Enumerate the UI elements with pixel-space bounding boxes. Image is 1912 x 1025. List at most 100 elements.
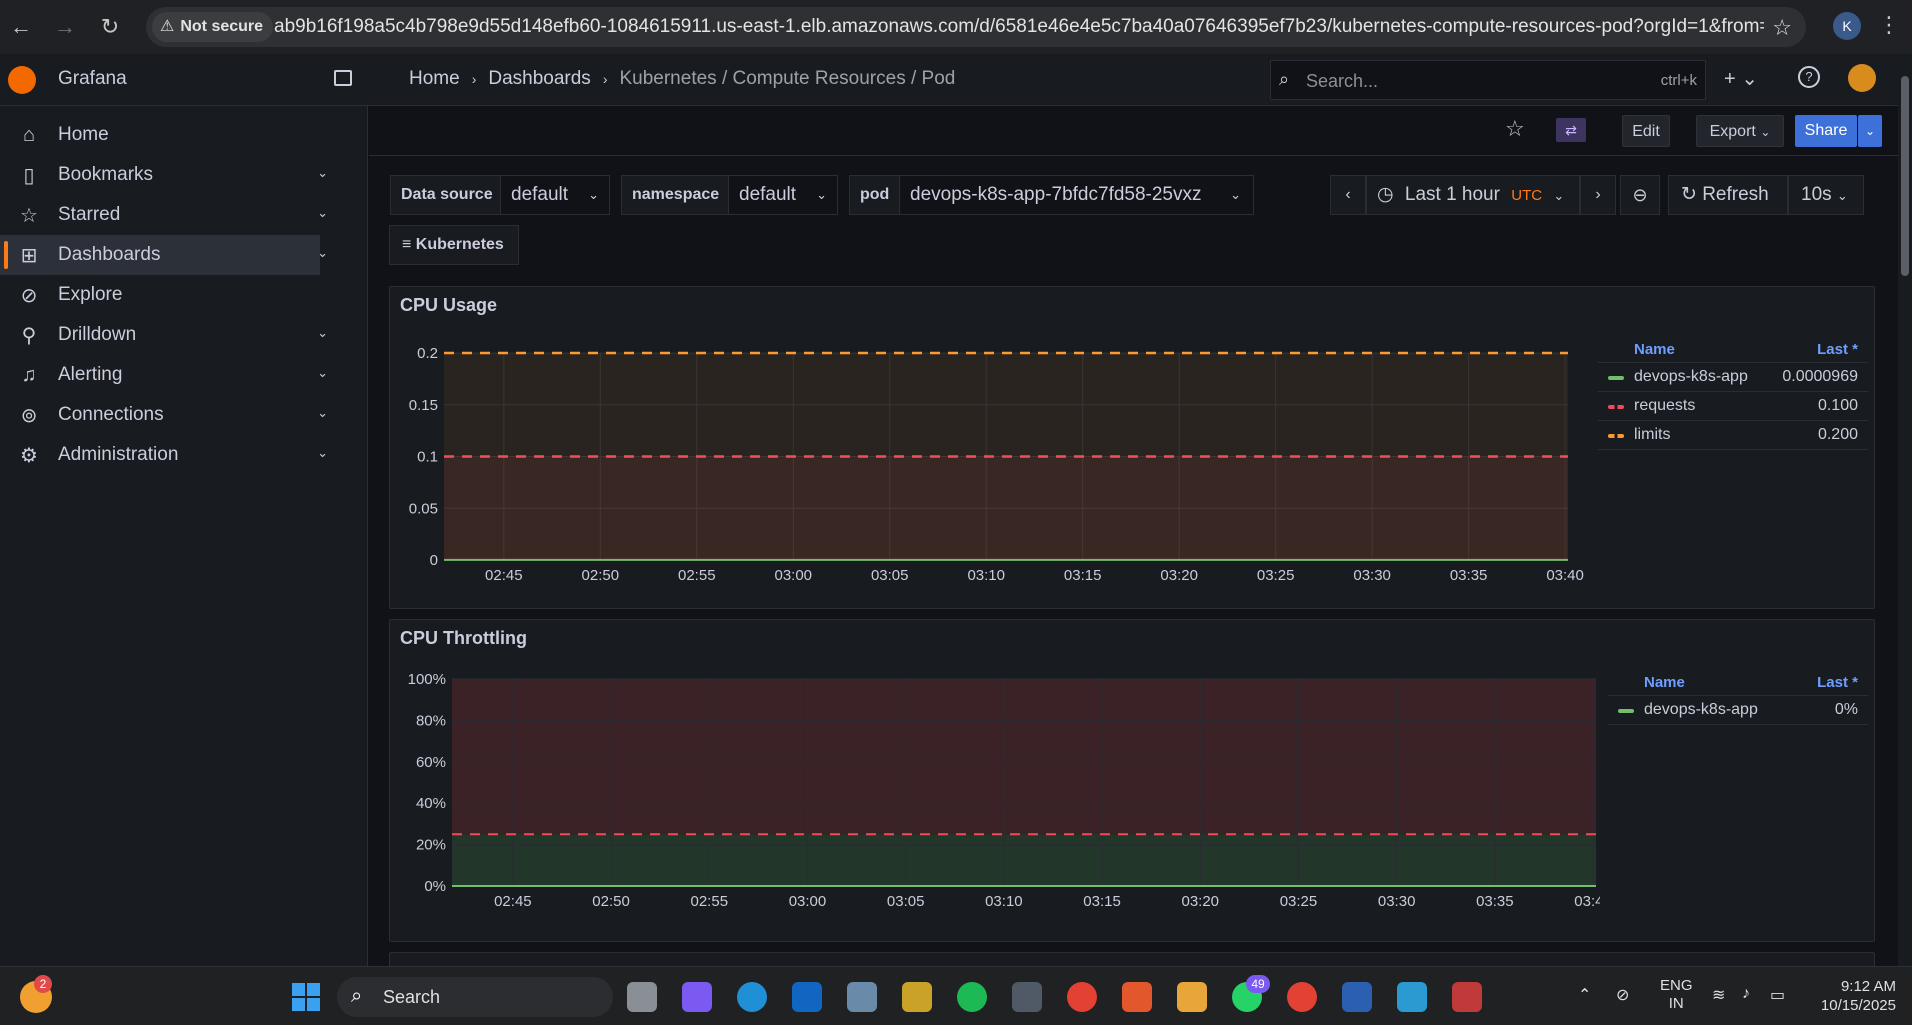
legend-header-last[interactable]: Last * [1817,341,1858,358]
word-icon[interactable] [1342,982,1372,1012]
legend-row[interactable]: limits 0.200 [1598,421,1868,450]
chevron-down-icon[interactable]: ⌄ [317,405,328,421]
medal-icon[interactable] [1177,982,1207,1012]
outlook-icon[interactable] [792,982,822,1012]
y-tick-label: 100% [408,671,446,688]
cpu-throttling-legend: Name Last * devops-k8s-app 0% [1608,672,1868,732]
new-plus-icon[interactable]: + ⌄ [1724,66,1758,91]
cpu-throttling-panel[interactable]: CPU Throttling 0% 20% 40% 60% 80% 100% 02:45 02… [389,619,1875,942]
datasource-select[interactable]: default ⌄ [500,175,610,215]
y-tick-label: 80% [416,712,446,729]
refresh-button[interactable]: ↻ Refresh [1668,175,1788,215]
cpu-throttling-chart[interactable]: 0% 20% 40% 60% 80% 100% 02:45 02:50 02:55 03:00 03… [390,660,1600,943]
legend-swatch [1608,405,1624,409]
legend-header-name[interactable]: Name [1644,674,1685,691]
address-bar[interactable]: ⚠ Not secure ab9b16f198a5c4b798e9d55d148e… [146,7,1806,47]
dock-menu-icon[interactable] [334,70,352,86]
scrollbar-thumb[interactable] [1901,76,1909,276]
panel-title: CPU Throttling [400,628,527,648]
refresh-interval-select[interactable]: 10s ⌄ [1788,175,1864,215]
battery-icon[interactable]: ▭ [1770,985,1785,1005]
legend-header: Name Last * [1598,339,1868,363]
time-range-picker[interactable]: ◷ Last 1 hour UTC ⌄ [1366,175,1580,215]
sidebar-item-connections[interactable]: ⊚ Connections ⌄ [0,395,328,435]
chevron-down-icon[interactable]: ⌄ [317,365,328,381]
sidebar-item-bookmarks[interactable]: ▯ Bookmarks ⌄ [0,155,328,195]
sidebar-item-administration[interactable]: ⚙ Administration ⌄ [0,435,328,475]
virtualbox-icon[interactable] [847,982,877,1012]
sidebar-item-alerting[interactable]: ♫ Alerting ⌄ [0,355,329,395]
kubernetes-dashboard-link[interactable]: ≡ Kubernetes [389,225,519,265]
tray-chevron-up-icon[interactable]: ⌃ [1578,985,1591,1005]
toggle-icon[interactable]: ⇄ [1556,118,1586,142]
pod-select[interactable]: devops-k8s-app-7bfdc7fd58-25vxz ⌄ [899,175,1254,215]
browser-menu-icon[interactable]: ⋮ [1878,12,1900,38]
copilot-icon[interactable] [682,982,712,1012]
legend-row[interactable]: requests 0.100 [1598,392,1868,421]
forward-icon[interactable]: → [52,14,78,40]
zoom-out-icon[interactable]: ⊖ [1620,175,1660,215]
x-tick-label: 03:15 [1064,567,1102,584]
spotify-icon[interactable] [957,982,987,1012]
chevron-down-icon[interactable]: ⌄ [317,165,328,181]
volume-icon[interactable]: ♪ [1742,985,1750,1003]
sidebar-item-home[interactable]: ⌂ Home [0,115,320,155]
bookmark-star-icon[interactable]: ☆ [1772,15,1792,41]
chevron-down-icon[interactable]: ⌄ [317,205,328,221]
url-text[interactable]: ab9b16f198a5c4b798e9d55d148efb60-1084615… [274,7,1764,47]
chevron-down-icon[interactable]: ⌄ [317,325,328,341]
profile-avatar[interactable]: K [1833,12,1861,40]
network-off-icon[interactable]: ⊘ [1616,985,1629,1005]
gitlab-icon[interactable] [1122,982,1152,1012]
language-indicator[interactable]: ENG IN [1660,977,1693,1013]
legend-series-name: limits [1634,426,1671,443]
task-view-icon[interactable] [627,982,657,1012]
chevron-down-icon[interactable]: ⌄ [317,245,328,261]
help-icon[interactable]: ? [1798,66,1820,88]
windows-start-icon[interactable] [292,983,320,1011]
terminal-icon[interactable] [1012,982,1042,1012]
sidebar-item-drilldown[interactable]: ⚲ Drilldown ⌄ [0,315,328,355]
cpu-usage-chart[interactable]: 0 0.05 0.1 0.15 0.2 02:45 02:50 02:55 03:00 03:05… [390,327,1590,610]
legend-header-last[interactable]: Last * [1817,674,1858,691]
back-icon[interactable]: ← [8,14,34,40]
edit-button[interactable]: Edit [1622,115,1670,147]
legend-header-name[interactable]: Name [1634,341,1675,358]
legend-row[interactable]: devops-k8s-app 0.0000969 [1598,363,1868,392]
whatsapp-badge: 49 [1246,975,1270,993]
not-secure-badge[interactable]: ⚠ Not secure [152,12,274,42]
reload-icon[interactable]: ↻ [97,14,123,40]
clock[interactable]: 9:12 AM 10/15/2025 [1806,977,1896,1015]
x-tick-label: 03:05 [871,567,909,584]
namespace-select[interactable]: default ⌄ [728,175,838,215]
time-shift-back-icon[interactable]: ‹ [1330,175,1366,215]
star-dashboard-icon[interactable]: ☆ [1505,116,1525,142]
share-button[interactable]: Share [1795,115,1857,147]
legend-row[interactable]: devops-k8s-app 0% [1608,696,1868,725]
chevron-down-icon: ⌄ [816,187,827,202]
taskbar-search[interactable]: ⌕ Search [337,977,613,1017]
user-avatar[interactable] [1848,64,1876,92]
export-button[interactable]: Export ⌄ [1696,115,1784,147]
sidebar-item-explore[interactable]: ⊘ Explore [0,275,320,315]
wifi-icon[interactable]: ≋ [1712,985,1725,1005]
chrome-profile-icon[interactable] [1287,982,1317,1012]
sidebar-item-dashboards[interactable]: ⊞ Dashboards ⌄ [0,235,328,275]
cpu-usage-panel[interactable]: CPU Usage 0 0.05 0.1 0.15 0.2 02:45 02:50 02:55… [389,286,1875,609]
search-input[interactable]: ⌕ Search... ctrl+k [1270,60,1706,100]
git-icon[interactable] [902,982,932,1012]
drilldown-icon: ⚲ [21,324,37,347]
notepad-icon[interactable] [1397,982,1427,1012]
share-menu-chevron-icon[interactable]: ⌄ [1858,115,1882,147]
edge-icon[interactable] [737,982,767,1012]
grafana-logo-icon[interactable] [8,66,36,94]
sidebar-item-starred[interactable]: ☆ Starred ⌄ [0,195,328,235]
chrome-icon[interactable] [1067,982,1097,1012]
chevron-down-icon[interactable]: ⌄ [317,445,328,461]
breadcrumb-home[interactable]: Home [409,68,460,90]
time-shift-forward-icon[interactable]: › [1580,175,1616,215]
y-tick-label: 40% [416,795,446,812]
snipping-tool-icon[interactable] [1452,982,1482,1012]
x-tick-label: 03:25 [1280,893,1318,910]
breadcrumb-dashboards[interactable]: Dashboards [488,68,590,90]
